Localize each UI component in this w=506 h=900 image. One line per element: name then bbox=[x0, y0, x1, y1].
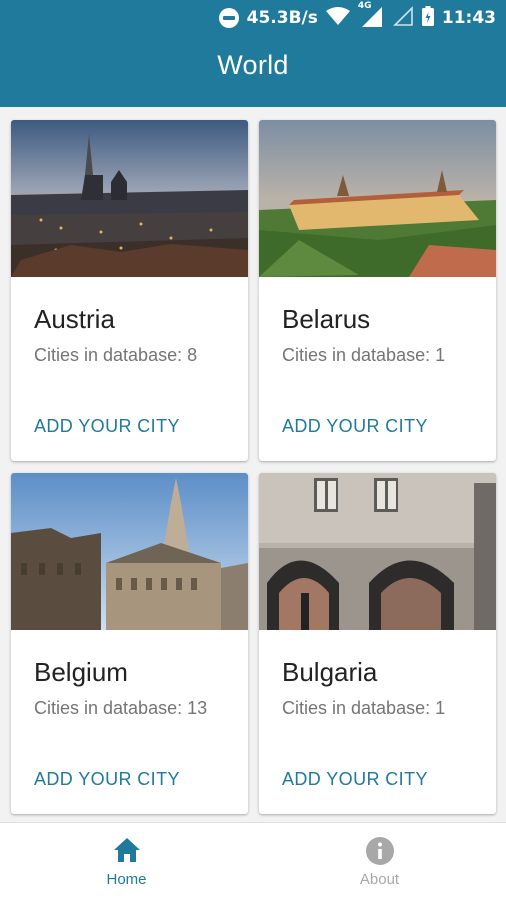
nav-home-label: Home bbox=[106, 871, 147, 888]
country-card[interactable]: Belgium Cities in database: 13 ADD YOUR … bbox=[11, 473, 248, 814]
cities-count: Cities in database: 1 bbox=[282, 345, 446, 365]
network-speed: 45.3B/s bbox=[246, 8, 318, 28]
country-name: Austria bbox=[34, 304, 115, 334]
country-grid: Austria Cities in database: 8 ADD YOUR C… bbox=[11, 120, 497, 814]
home-icon bbox=[113, 837, 141, 868]
cell-signal-empty-icon bbox=[392, 5, 414, 31]
battery-icon bbox=[421, 5, 434, 31]
country-name: Belgium bbox=[34, 657, 128, 687]
country-name: Bulgaria bbox=[282, 657, 378, 687]
wifi-icon bbox=[325, 6, 350, 30]
country-photo-bulgaria bbox=[259, 473, 496, 630]
nav-about[interactable]: About bbox=[253, 823, 506, 900]
country-photo-austria bbox=[11, 120, 248, 277]
cell-signal-icon: 4G bbox=[358, 1, 384, 32]
country-card[interactable]: Bulgaria Cities in database: 1 ADD YOUR … bbox=[259, 473, 496, 814]
cities-count: Cities in database: 13 bbox=[34, 698, 208, 718]
do-not-disturb-icon bbox=[218, 8, 239, 28]
add-your-city-button[interactable]: ADD YOUR CITY bbox=[282, 769, 428, 790]
info-icon bbox=[365, 837, 394, 870]
country-photo-belarus bbox=[259, 120, 496, 277]
app-bar: 45.3B/s 4G 11:43 World bbox=[0, 0, 506, 107]
nav-about-label: About bbox=[359, 871, 400, 888]
bottom-navigation: Home About bbox=[0, 822, 506, 900]
add-your-city-button[interactable]: ADD YOUR CITY bbox=[34, 769, 180, 790]
country-name: Belarus bbox=[282, 304, 371, 334]
cities-count: Cities in database: 8 bbox=[34, 345, 198, 365]
cities-count: Cities in database: 1 bbox=[282, 698, 446, 718]
page-title: World bbox=[217, 50, 289, 80]
status-bar: 45.3B/s 4G 11:43 bbox=[0, 0, 506, 36]
country-card[interactable]: Austria Cities in database: 8 ADD YOUR C… bbox=[11, 120, 248, 461]
nav-home[interactable]: Home bbox=[0, 823, 253, 900]
add-your-city-button[interactable]: ADD YOUR CITY bbox=[34, 416, 180, 437]
country-photo-belgium bbox=[11, 473, 248, 630]
add-your-city-button[interactable]: ADD YOUR CITY bbox=[282, 416, 428, 437]
country-card[interactable]: Belarus Cities in database: 1 ADD YOUR C… bbox=[259, 120, 496, 461]
clock: 11:43 bbox=[441, 8, 496, 28]
network-type: 4G bbox=[357, 0, 372, 11]
